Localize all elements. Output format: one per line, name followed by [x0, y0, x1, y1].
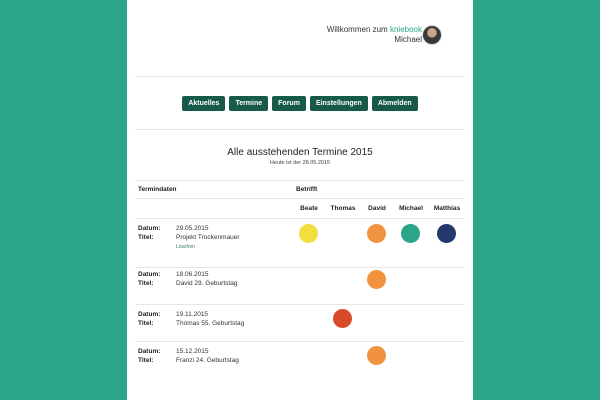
date-label: Datum:	[138, 271, 161, 278]
participant-dot	[299, 224, 318, 243]
person-beate: Beate	[300, 205, 318, 212]
brand-name: kniebook	[389, 25, 422, 34]
participant-dot	[367, 224, 386, 243]
delete-link[interactable]: Löschen	[176, 244, 195, 250]
page-title: Alle ausstehenden Termine 2015	[227, 147, 373, 158]
person-matthias: Matthias	[433, 205, 461, 212]
date-value: 15.12.2015	[176, 348, 209, 355]
nav-termine-button[interactable]: Termine	[229, 96, 269, 111]
table-row: Datum: 18.06.2015 Titel: David 29. Gebur…	[135, 268, 465, 305]
participant-dot	[437, 224, 456, 243]
nav-forum-button[interactable]: Forum	[272, 96, 306, 111]
page-container: Willkommen zum kniebook Michael Aktuelle…	[127, 0, 473, 400]
person-david: David	[368, 205, 386, 212]
welcome-prefix: Willkommen zum	[326, 25, 388, 34]
date-label: Datum:	[138, 348, 161, 355]
date-value: 19.11.2015	[176, 311, 209, 318]
nav-abmelden-button[interactable]: Abmelden	[371, 96, 418, 111]
participant-dot	[367, 270, 386, 289]
nav-aktuelles-button[interactable]: Aktuelles	[182, 96, 226, 111]
title-value: Franzi 24. Geburtstag	[176, 357, 239, 364]
title-label: Titel:	[138, 320, 154, 327]
welcome-message: Willkommen zum kniebook Michael	[327, 25, 422, 45]
participant-dot	[367, 346, 386, 365]
date-label: Datum:	[138, 225, 161, 232]
table-row: Datum: 15.12.2015 Titel: Franzi 24. Gebu…	[135, 342, 465, 378]
title-label: Titel:	[138, 234, 154, 241]
person-thomas: Thomas	[330, 205, 356, 212]
participant-dot	[401, 224, 420, 243]
divider	[135, 76, 465, 77]
user-name: Michael	[394, 35, 422, 44]
page-heading: Alle ausstehenden Termine 2015 Heute ist…	[127, 147, 473, 166]
title-label: Titel:	[138, 357, 154, 364]
date-value: 18.06.2015	[176, 271, 209, 278]
person-michael: Michael	[399, 205, 423, 212]
col-header-dates: Termindaten	[138, 186, 177, 193]
col-header-concerns: Betrifft	[296, 186, 318, 193]
title-label: Titel:	[138, 280, 154, 287]
table-row: Datum: 29.05.2015 Titel: Projekt Trocken…	[135, 219, 465, 268]
title-value: David 29. Geburtstag	[176, 280, 238, 287]
main-nav: Aktuelles Termine Forum Einstellungen Ab…	[127, 96, 473, 111]
table-header: Termindaten Betrifft	[135, 180, 465, 199]
people-header: Beate Thomas David Michael Matthias	[135, 199, 465, 219]
table-row: Datum: 19.11.2015 Titel: Thomas 55. Gebu…	[135, 305, 465, 342]
date-label: Datum:	[138, 311, 161, 318]
header: Willkommen zum kniebook Michael	[127, 0, 473, 76]
date-value: 29.05.2015	[176, 225, 209, 232]
participant-dot	[333, 309, 352, 328]
avatar[interactable]	[422, 25, 442, 45]
title-value: Projekt Trockenmauer	[176, 234, 240, 241]
title-value: Thomas 55. Geburtstag	[176, 320, 245, 327]
today-date: Heute ist der 28.05.2015	[269, 160, 331, 166]
appointments-table: Termindaten Betrifft Beate Thomas David …	[135, 180, 465, 378]
nav-einstellungen-button[interactable]: Einstellungen	[309, 96, 368, 111]
divider	[135, 129, 465, 130]
